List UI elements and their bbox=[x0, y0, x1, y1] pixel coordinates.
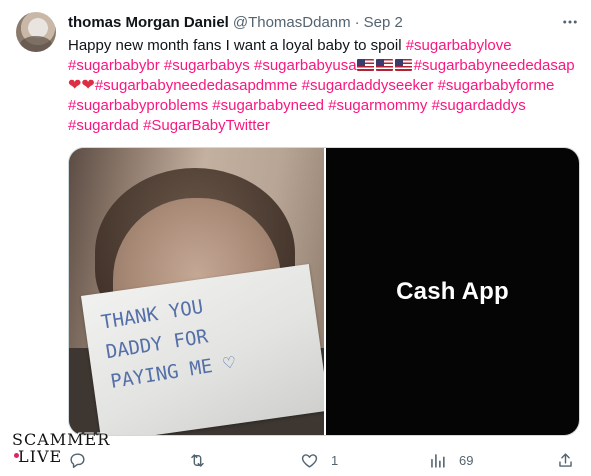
hashtag[interactable]: #sugarmommy bbox=[328, 97, 427, 114]
watermark-line2: LIVE bbox=[18, 447, 63, 466]
tweet-media[interactable]: THANK YOU DADDY FOR PAYING ME ♡ Cash App bbox=[68, 147, 580, 436]
display-name[interactable]: thomas Morgan Daniel bbox=[68, 14, 229, 31]
hashtag[interactable]: #sugarbabyneed bbox=[212, 97, 324, 114]
hashtag[interactable]: #sugarbabyusa bbox=[254, 57, 357, 74]
hashtag[interactable]: #SugarBabyTwitter bbox=[143, 117, 270, 134]
tweet-intro: Happy new month fans I want a loyal baby… bbox=[68, 37, 406, 54]
scammer-live-watermark: SCAMMER LIVE bbox=[12, 430, 122, 470]
hashtag[interactable]: #sugardaddyseeker bbox=[302, 77, 434, 94]
hashtag[interactable]: #sugarbabylove bbox=[406, 37, 512, 54]
avatar[interactable] bbox=[16, 12, 56, 52]
hashtag[interactable]: #sugarbabyproblems bbox=[68, 97, 208, 114]
cashapp-image[interactable]: Cash App bbox=[326, 148, 579, 435]
separator-dot: · bbox=[354, 13, 360, 31]
tweet-header: thomas Morgan Daniel @ThomasDdanm · Sep … bbox=[68, 12, 403, 32]
red-heart-emoji: ❤ bbox=[68, 77, 82, 94]
red-heart-emoji: ❤ bbox=[81, 77, 95, 94]
hashtag[interactable]: #sugardaddys bbox=[432, 97, 526, 114]
hashtag[interactable]: #sugardad bbox=[68, 117, 139, 134]
like-count: 1 bbox=[331, 452, 339, 468]
tweet-actions: 1 69 bbox=[68, 448, 580, 472]
hashtag[interactable]: #sugarbabybr bbox=[68, 57, 160, 74]
share-button[interactable] bbox=[556, 448, 575, 472]
more-options-icon[interactable] bbox=[560, 12, 580, 32]
retweet-icon bbox=[191, 453, 204, 467]
views-button[interactable]: 69 bbox=[428, 448, 473, 472]
tweet-text: Happy new month fans I want a loyal baby… bbox=[68, 36, 578, 136]
us-flag-emoji bbox=[375, 59, 393, 71]
hashtag[interactable]: #sugarbabys bbox=[164, 57, 250, 74]
views-count: 69 bbox=[459, 452, 474, 468]
like-icon bbox=[301, 453, 318, 468]
us-flag-emoji bbox=[394, 59, 412, 71]
photo-thank-you-note[interactable]: THANK YOU DADDY FOR PAYING ME ♡ bbox=[69, 148, 324, 435]
hashtag[interactable]: #sugarbabyforme bbox=[438, 77, 555, 94]
hashtag[interactable]: #sugarbabyneededasapdmme bbox=[95, 77, 298, 94]
cashapp-label: Cash App bbox=[396, 277, 509, 305]
us-flag-emoji bbox=[356, 59, 374, 71]
hashtag[interactable]: #sugarbabyneededasap bbox=[414, 57, 575, 74]
share-icon bbox=[559, 452, 572, 467]
views-icon bbox=[431, 453, 445, 468]
like-button[interactable]: 1 bbox=[300, 448, 338, 472]
user-handle[interactable]: @ThomasDdanm bbox=[233, 14, 351, 31]
retweet-button[interactable] bbox=[188, 448, 219, 472]
tweet-date[interactable]: Sep 2 bbox=[364, 14, 403, 31]
tweet[interactable]: thomas Morgan Daniel @ThomasDdanm · Sep … bbox=[0, 0, 591, 476]
